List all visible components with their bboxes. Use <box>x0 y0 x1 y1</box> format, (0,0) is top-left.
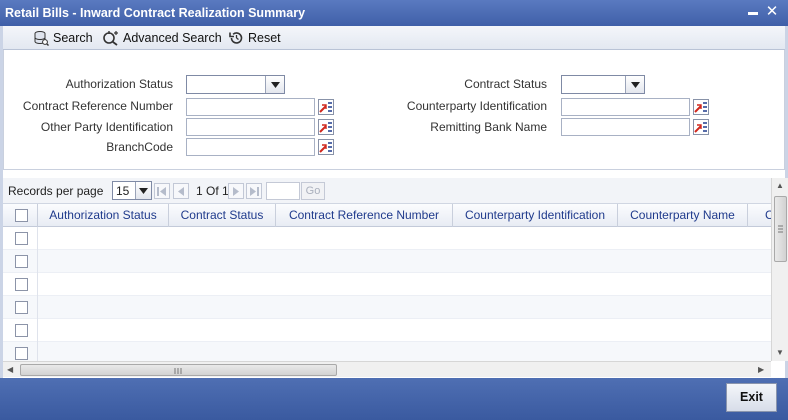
remitting-bank-name-label: Remitting Bank Name <box>430 120 547 134</box>
column-header-truncated[interactable]: C <box>748 204 771 227</box>
column-header-contract-status[interactable]: Contract Status <box>169 204 276 227</box>
records-per-page-label: Records per page <box>8 184 104 198</box>
row-checkbox[interactable] <box>15 232 28 245</box>
vertical-scrollbar[interactable]: ▲ ▼ <box>771 178 788 361</box>
other-party-identification-input[interactable] <box>186 118 315 136</box>
first-page-icon[interactable] <box>154 183 170 199</box>
exit-button[interactable]: Exit <box>726 383 777 412</box>
page-info: 1 Of 1 <box>196 184 229 198</box>
column-header-contract-reference-number[interactable]: Contract Reference Number <box>276 204 453 227</box>
table-row[interactable] <box>3 273 771 296</box>
row-checkbox[interactable] <box>15 347 28 360</box>
counterparty-lov-icon[interactable] <box>693 99 709 115</box>
horizontal-scroll-thumb[interactable] <box>20 364 337 376</box>
advanced-search-icon <box>103 31 118 46</box>
previous-page-icon[interactable] <box>173 183 189 199</box>
authorization-status-label: Authorization Status <box>65 77 173 91</box>
table-row[interactable] <box>3 342 771 361</box>
chevron-down-icon <box>625 76 644 93</box>
row-checkbox[interactable] <box>15 278 28 291</box>
go-button[interactable]: Go <box>301 182 325 200</box>
search-button[interactable]: Search <box>33 29 93 47</box>
select-all-header <box>3 204 38 227</box>
vertical-scroll-thumb[interactable] <box>774 196 787 262</box>
search-criteria-panel: Authorization Status Contract Reference … <box>3 50 785 170</box>
reset-icon <box>229 32 243 44</box>
counterparty-identification-input[interactable] <box>561 98 690 116</box>
advanced-search-label: Advanced Search <box>123 31 222 45</box>
pagination-bar: Records per page 15 1 Of 1 Go <box>3 178 771 204</box>
goto-page-input[interactable] <box>266 182 300 200</box>
contract-status-select[interactable] <box>561 75 645 94</box>
checkbox-column-divider <box>37 227 38 361</box>
advanced-search-button[interactable]: Advanced Search <box>102 29 222 47</box>
last-page-icon[interactable] <box>246 183 262 199</box>
authorization-status-select[interactable] <box>186 75 285 94</box>
select-all-checkbox[interactable] <box>15 209 28 222</box>
table-row[interactable] <box>3 296 771 319</box>
column-header-counterparty-identification[interactable]: Counterparty Identification <box>453 204 618 227</box>
scroll-up-icon[interactable]: ▲ <box>776 181 784 190</box>
window-title: Retail Bills - Inward Contract Realizati… <box>5 6 306 20</box>
contract-reference-number-input[interactable] <box>186 98 315 116</box>
scroll-right-icon[interactable]: ▶ <box>758 365 764 374</box>
search-label: Search <box>53 31 93 45</box>
toolbar: Search Advanced Search Reset <box>0 26 788 50</box>
branch-code-input[interactable] <box>186 138 315 156</box>
column-header-counterparty-name[interactable]: Counterparty Name <box>618 204 748 227</box>
records-per-page-select[interactable]: 15 <box>112 181 152 200</box>
branch-code-lov-icon[interactable] <box>318 139 334 155</box>
chevron-down-icon <box>135 182 151 199</box>
remitting-bank-name-input[interactable] <box>561 118 690 136</box>
results-grid: Authorization Status Contract Status Con… <box>3 204 771 361</box>
records-per-page-value: 15 <box>116 184 130 198</box>
table-row[interactable] <box>3 227 771 250</box>
horizontal-scrollbar[interactable]: ◀ ▶ <box>3 361 771 377</box>
branch-code-label: BranchCode <box>106 140 173 154</box>
reset-label: Reset <box>248 31 281 45</box>
scroll-left-icon[interactable]: ◀ <box>7 365 13 374</box>
database-search-icon <box>34 31 49 46</box>
contract-reference-number-label: Contract Reference Number <box>22 99 173 113</box>
close-icon[interactable]: ✕ <box>764 2 780 20</box>
row-checkbox[interactable] <box>15 324 28 337</box>
counterparty-identification-label: Counterparty Identification <box>406 99 547 113</box>
minimize-icon[interactable]: ▬ <box>745 7 761 18</box>
row-checkbox[interactable] <box>15 255 28 268</box>
column-header-authorization-status[interactable]: Authorization Status <box>38 204 169 227</box>
contract-reference-lov-icon[interactable] <box>318 99 334 115</box>
row-checkbox[interactable] <box>15 301 28 314</box>
scroll-down-icon[interactable]: ▼ <box>776 348 784 357</box>
title-bar: Retail Bills - Inward Contract Realizati… <box>0 0 788 26</box>
next-page-icon[interactable] <box>228 183 244 199</box>
table-row[interactable] <box>3 319 771 342</box>
chevron-down-icon <box>265 76 284 93</box>
footer-bar: Exit <box>0 378 788 420</box>
other-party-lov-icon[interactable] <box>318 119 334 135</box>
reset-button[interactable]: Reset <box>228 29 281 47</box>
table-row[interactable] <box>3 250 771 273</box>
contract-status-label: Contract Status <box>464 77 547 91</box>
grid-header: Authorization Status Contract Status Con… <box>3 204 771 227</box>
other-party-identification-label: Other Party Identification <box>40 120 173 134</box>
remitting-bank-lov-icon[interactable] <box>693 119 709 135</box>
